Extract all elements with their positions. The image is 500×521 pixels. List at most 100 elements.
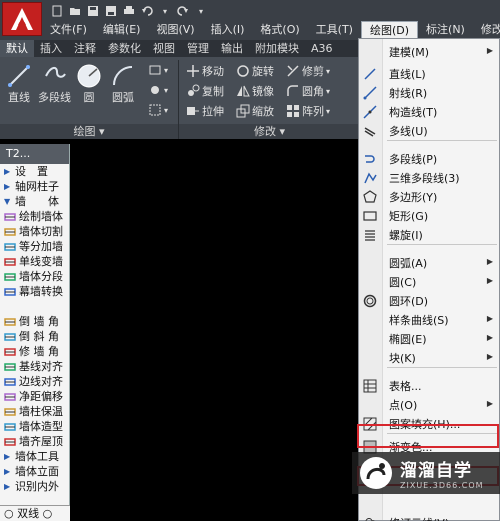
draw-menu-item[interactable]: 三维多段线(3) — [359, 168, 499, 187]
arc-tool-button[interactable]: 圆弧 — [110, 63, 136, 105]
modify-panel-label[interactable]: 修改 ▾ — [179, 124, 360, 139]
palette-item[interactable]: ▶ 设 置 — [0, 164, 69, 179]
draw-menu-item[interactable]: 建模(M) ▶ — [359, 42, 499, 61]
blank-icon — [359, 329, 381, 348]
palette-item[interactable]: 墙体切割 — [0, 224, 69, 239]
undo-icon[interactable] — [140, 4, 154, 18]
draw-menu-item[interactable]: 多边形(Y) — [359, 187, 499, 206]
palette-item[interactable]: ▼ 墙 体 — [0, 194, 69, 209]
chevron-down-icon[interactable]: ▾ — [158, 4, 172, 18]
menu-items: 文件(F) 编辑(E) 视图(V) 插入(I) 格式(O) 工具(T) 绘图(D) 标注(N)… — [42, 21, 500, 39]
palette-item[interactable]: 墙体分段 — [0, 269, 69, 284]
mirror-tool-button[interactable]: 镜像 — [236, 83, 274, 99]
rectangle-tool-button[interactable]: ▾ — [148, 63, 168, 77]
wall-tool-icon — [4, 376, 16, 388]
tab-7[interactable]: 附加模块 — [249, 40, 305, 57]
palette-item-label: 倒 墙 角 — [19, 315, 59, 328]
tab-0[interactable]: 默认 — [0, 40, 34, 57]
palette-item[interactable]: 净距偏移 — [0, 389, 69, 404]
tab-4[interactable]: 视图 — [147, 40, 181, 57]
draw-menu-item[interactable]: 圆环(D) — [359, 291, 499, 310]
palette-item[interactable]: ▶ 识别内外 — [0, 479, 69, 494]
draw-menu-item[interactable]: 块(K) ▶ — [359, 348, 499, 367]
polyline-tool-button[interactable]: 多段线 — [38, 63, 71, 105]
palette-item[interactable]: 单线变墙 — [0, 254, 69, 269]
draw-menu-item-label: 多边形(Y) — [389, 190, 438, 204]
draw-menu-item-label: 表格... — [389, 379, 422, 393]
line-tool-button[interactable]: 直线 — [6, 63, 32, 105]
trim-tool-button[interactable]: 修剪 ▾ — [286, 63, 330, 79]
redo-icon[interactable] — [176, 4, 190, 18]
palette-item[interactable]: 墙体造型 — [0, 419, 69, 434]
menu-8[interactable]: 修改 — [473, 21, 500, 39]
menu-0[interactable]: 文件(F) — [42, 21, 95, 39]
region-icon — [148, 103, 162, 117]
region-tool-button[interactable]: ▾ — [148, 103, 168, 117]
open-folder-icon[interactable] — [68, 4, 82, 18]
stretch-tool-button[interactable]: 拉伸 — [186, 103, 224, 119]
draw-menu-item[interactable]: 点(O) ▶ — [359, 395, 499, 414]
draw-panel-label[interactable]: 绘图 ▾ — [0, 124, 178, 139]
circle-tool-button[interactable]: 圆 — [76, 63, 102, 105]
palette-bottom[interactable]: ○ 双线 ○ — [0, 505, 70, 521]
draw-menu-item[interactable]: 圆弧(A) ▶ — [359, 253, 499, 272]
highlight-box — [357, 424, 499, 448]
tab-6[interactable]: 输出 — [215, 40, 249, 57]
draw-menu-item[interactable]: 修订云线(V) — [359, 513, 499, 521]
palette-item[interactable]: 倒 墙 角 — [0, 314, 69, 329]
draw-menu-item[interactable]: 椭圆(E) ▶ — [359, 329, 499, 348]
menu-separator — [387, 367, 497, 368]
application-button[interactable] — [2, 2, 42, 36]
tool-palette: T2... ▶ 设 置 ▶ 轴网柱子 ▼ 墙 体绘制墙体 墙体切割 等分加墙 单线变墙 墙体分段幕… — [0, 144, 70, 521]
menu-7[interactable]: 标注(N) — [418, 21, 473, 39]
save-icon[interactable] — [86, 4, 100, 18]
palette-item[interactable]: 基线对齐 — [0, 359, 69, 374]
palette-item[interactable]: 等分加墙 — [0, 239, 69, 254]
fillet-tool-button[interactable]: 圆角 ▾ — [286, 83, 330, 99]
palette-item[interactable]: 修 墙 角 — [0, 344, 69, 359]
draw-menu-item[interactable]: 构造线(T) — [359, 102, 499, 121]
copy-tool-button[interactable]: 复制 — [186, 83, 224, 99]
hatch-tool-button[interactable]: ▾ — [148, 83, 168, 97]
palette-item[interactable]: 绘制墙体 — [0, 209, 69, 224]
tab-2[interactable]: 注释 — [68, 40, 102, 57]
watermark-logo-icon — [360, 457, 392, 489]
drawing-canvas[interactable] — [70, 139, 360, 521]
rotate-tool-button[interactable]: 旋转 — [236, 63, 274, 79]
draw-menu-item[interactable]: 表格... — [359, 376, 499, 395]
palette-item[interactable]: ▶ 墙体工具 — [0, 449, 69, 464]
draw-menu-item[interactable]: 样条曲线(S) ▶ — [359, 310, 499, 329]
draw-menu-item[interactable]: 圆(C) ▶ — [359, 272, 499, 291]
tab-8[interactable]: A36 — [305, 40, 339, 57]
menu-3[interactable]: 插入(I) — [203, 21, 253, 39]
tab-5[interactable]: 管理 — [181, 40, 215, 57]
palette-item[interactable]: 墙齐屋顶 — [0, 434, 69, 449]
move-tool-button[interactable]: 移动 — [186, 63, 224, 79]
new-file-icon[interactable] — [50, 4, 64, 18]
polygon-icon — [359, 187, 381, 206]
palette-item[interactable]: 墙柱保温 — [0, 404, 69, 419]
chevron-down-icon[interactable]: ▾ — [194, 4, 208, 18]
scale-tool-button[interactable]: 缩放 — [236, 103, 274, 119]
menu-5[interactable]: 工具(T) — [308, 21, 361, 39]
palette-item[interactable]: ▶ 轴网柱子 — [0, 179, 69, 194]
palette-item[interactable]: 倒 斜 角 — [0, 329, 69, 344]
draw-menu-item[interactable]: 多段线(P) — [359, 149, 499, 168]
menu-6[interactable]: 绘图(D) — [360, 21, 419, 39]
array-tool-button[interactable]: 阵列 ▾ — [286, 103, 330, 119]
draw-menu-item[interactable]: 螺旋(I) — [359, 225, 499, 244]
menu-4[interactable]: 格式(O) — [252, 21, 307, 39]
save-as-icon[interactable] — [104, 4, 118, 18]
palette-item[interactable]: 幕墙转换 — [0, 284, 69, 299]
menu-1[interactable]: 编辑(E) — [95, 21, 149, 39]
palette-item[interactable]: 边线对齐 — [0, 374, 69, 389]
draw-menu-item[interactable]: 多线(U) — [359, 121, 499, 140]
draw-menu-item[interactable]: 矩形(G) — [359, 206, 499, 225]
tab-1[interactable]: 插入 — [34, 40, 68, 57]
menu-2[interactable]: 视图(V) — [148, 21, 202, 39]
tab-3[interactable]: 参数化 — [102, 40, 147, 57]
print-icon[interactable] — [122, 4, 136, 18]
palette-item[interactable]: ▶ 墙体立面 — [0, 464, 69, 479]
draw-menu-item[interactable]: 直线(L) — [359, 64, 499, 83]
draw-menu-item[interactable]: 射线(R) — [359, 83, 499, 102]
